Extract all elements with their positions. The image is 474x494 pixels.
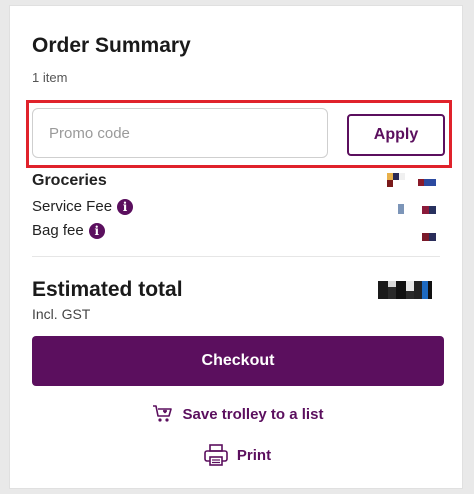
redacted-value-icon (422, 233, 436, 241)
bag-fee-amount-redacted (422, 228, 436, 241)
item-count: 1 item (32, 70, 68, 85)
bag-fee-line: Bag fee i (32, 222, 105, 239)
order-summary-title: Order Summary (32, 34, 191, 57)
gst-note: Incl. GST (32, 306, 91, 322)
info-icon[interactable]: i (88, 222, 105, 239)
print-link[interactable]: Print (10, 443, 464, 467)
info-icon[interactable]: i (117, 198, 134, 215)
groceries-amount-redacted (387, 173, 405, 187)
trolley-heart-icon (152, 405, 172, 422)
groceries-line: Groceries (32, 172, 107, 190)
service-fee-line: Service Fee i (32, 198, 134, 215)
checkout-button[interactable]: Checkout (32, 336, 444, 386)
section-divider (32, 256, 440, 257)
service-fee-amount-redacted-2 (422, 201, 436, 214)
redacted-value-icon (418, 179, 436, 186)
redacted-value-icon (422, 206, 436, 214)
bag-fee-label: Bag fee (32, 222, 84, 239)
redacted-value-icon (387, 173, 405, 187)
apply-promo-button[interactable]: Apply (347, 114, 445, 156)
order-summary-card: Order Summary 1 item Apply Groceries Ser… (9, 5, 463, 489)
groceries-label: Groceries (32, 172, 107, 189)
redacted-value-icon (378, 281, 432, 299)
save-trolley-label: Save trolley to a list (182, 405, 324, 423)
printer-icon (204, 444, 228, 466)
save-trolley-link[interactable]: Save trolley to a list (10, 404, 464, 424)
promo-code-input[interactable] (32, 108, 328, 158)
service-fee-label: Service Fee (32, 198, 113, 215)
estimated-total-redacted (378, 281, 432, 299)
groceries-amount-redacted-2 (418, 173, 436, 186)
print-label: Print (236, 446, 272, 464)
estimated-total-label: Estimated total (32, 278, 183, 301)
service-fee-amount-redacted (398, 201, 404, 214)
redacted-value-icon (398, 204, 404, 214)
